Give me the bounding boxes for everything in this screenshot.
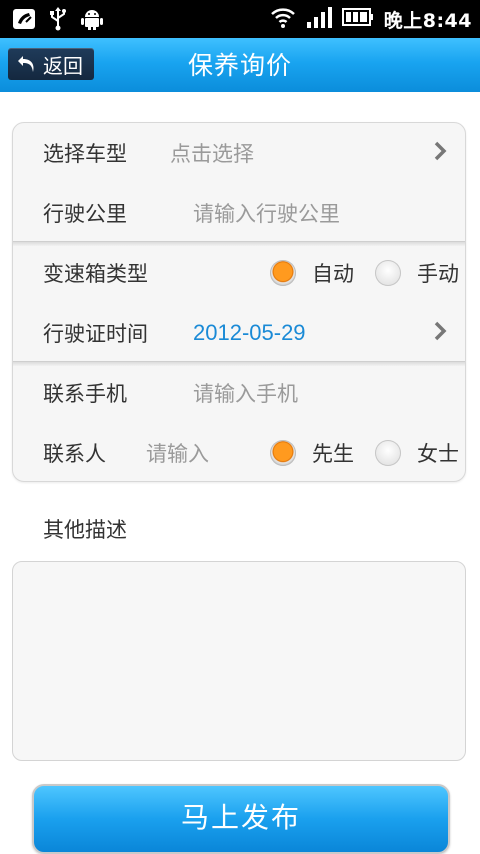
contact-ms-radio[interactable]	[375, 440, 401, 466]
inquiry-form: 选择车型 点击选择 行驶公里 请输入行驶公里 变速箱类型 自动 手动 行驶证时间…	[12, 122, 466, 482]
status-bar: 晚上8:44	[0, 0, 480, 38]
battery-icon	[341, 7, 374, 31]
gearbox-row: 变速箱类型 自动 手动	[13, 243, 465, 303]
contact-row: 联系人 请输入 先生 女士	[13, 423, 465, 481]
signal-icon	[306, 5, 332, 33]
gearbox-auto-label[interactable]: 自动	[312, 258, 354, 288]
license-date-row[interactable]: 行驶证时间 2012-05-29	[13, 303, 465, 363]
contact-ms-label[interactable]: 女士	[417, 438, 459, 468]
license-date-value[interactable]: 2012-05-29	[193, 320, 306, 346]
contact-input[interactable]: 请输入	[146, 438, 209, 468]
status-icons-right: 晚上8:44	[270, 5, 472, 33]
mileage-label: 行驶公里	[43, 202, 127, 226]
description-label: 其他描述	[43, 518, 127, 542]
mileage-row: 行驶公里 请输入行驶公里	[13, 183, 465, 243]
gearbox-manual-label[interactable]: 手动	[417, 258, 459, 288]
phone-input[interactable]: 请输入手机	[193, 378, 298, 408]
chevron-right-icon	[433, 321, 447, 345]
gearbox-auto-radio[interactable]	[270, 260, 296, 286]
description-textarea[interactable]	[12, 561, 466, 761]
car-model-row[interactable]: 选择车型 点击选择	[13, 123, 465, 183]
contact-label: 联系人	[43, 442, 106, 466]
chevron-right-icon	[433, 141, 447, 165]
usb-icon	[48, 7, 68, 35]
contact-mr-radio[interactable]	[270, 440, 296, 466]
status-icons-left	[12, 7, 104, 35]
contact-mr-label[interactable]: 先生	[312, 438, 354, 468]
license-date-label: 行驶证时间	[43, 322, 148, 346]
car-model-label: 选择车型	[43, 142, 127, 166]
mileage-input[interactable]: 请输入行驶公里	[193, 198, 340, 228]
clock: 晚上8:44	[383, 9, 472, 32]
phone-row: 联系手机 请输入手机	[13, 363, 465, 423]
publish-button[interactable]: 马上发布	[32, 784, 450, 854]
missed-call-icon	[12, 8, 36, 34]
page-title: 保养询价	[187, 51, 292, 80]
android-icon	[80, 7, 104, 35]
wifi-icon	[270, 5, 296, 33]
title-bar: 返回 保养询价	[0, 38, 480, 92]
phone-label: 联系手机	[43, 382, 127, 406]
gearbox-manual-radio[interactable]	[375, 260, 401, 286]
car-model-picker[interactable]: 点击选择	[170, 138, 254, 168]
gearbox-label: 变速箱类型	[43, 262, 148, 286]
